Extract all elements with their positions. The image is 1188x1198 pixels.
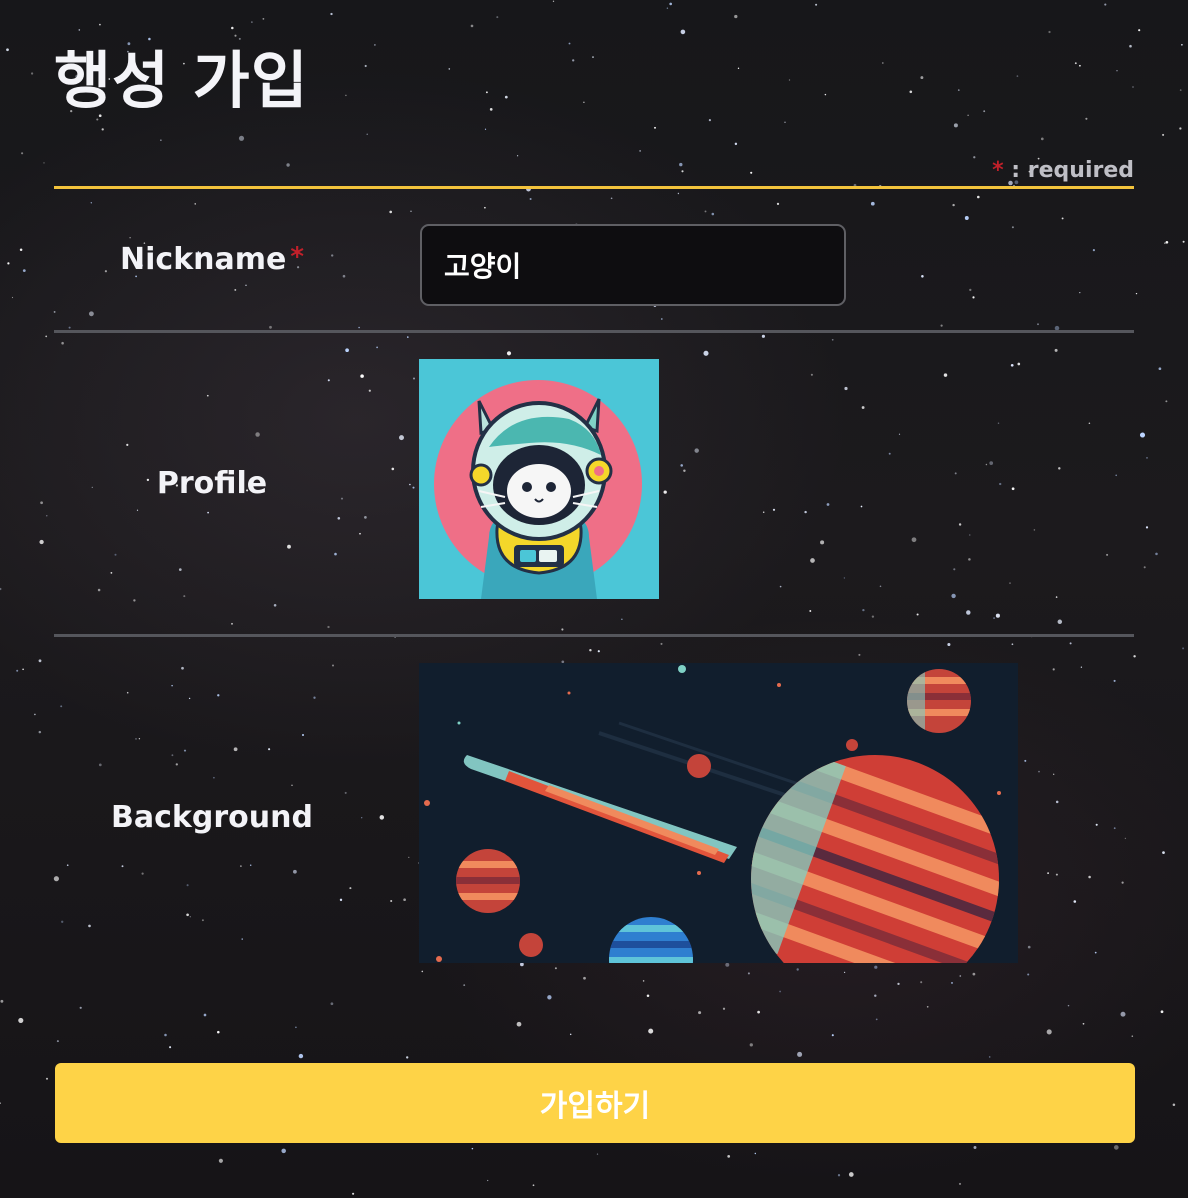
- header-divider: [54, 186, 1134, 189]
- nickname-required-star: *: [290, 242, 304, 272]
- nickname-label: Nickname *: [54, 242, 370, 277]
- profile-image-picker[interactable]: [419, 359, 659, 599]
- background-label: Background: [111, 800, 313, 835]
- nickname-label-text: Nickname: [120, 242, 287, 277]
- required-note: * : required: [992, 158, 1134, 183]
- space-planets-illustration: [419, 663, 1018, 963]
- required-text: : required: [1003, 158, 1134, 183]
- row-divider-nickname: [54, 330, 1134, 333]
- row-divider-profile: [54, 634, 1134, 637]
- profile-label: Profile: [156, 466, 268, 501]
- required-star: *: [992, 158, 1004, 183]
- astronaut-cat-icon: [419, 359, 659, 599]
- page-title: 행성 가입: [54, 44, 309, 117]
- signup-submit-button[interactable]: 가입하기: [55, 1063, 1135, 1143]
- nickname-input[interactable]: [420, 224, 846, 306]
- background-image-picker[interactable]: [419, 663, 1018, 963]
